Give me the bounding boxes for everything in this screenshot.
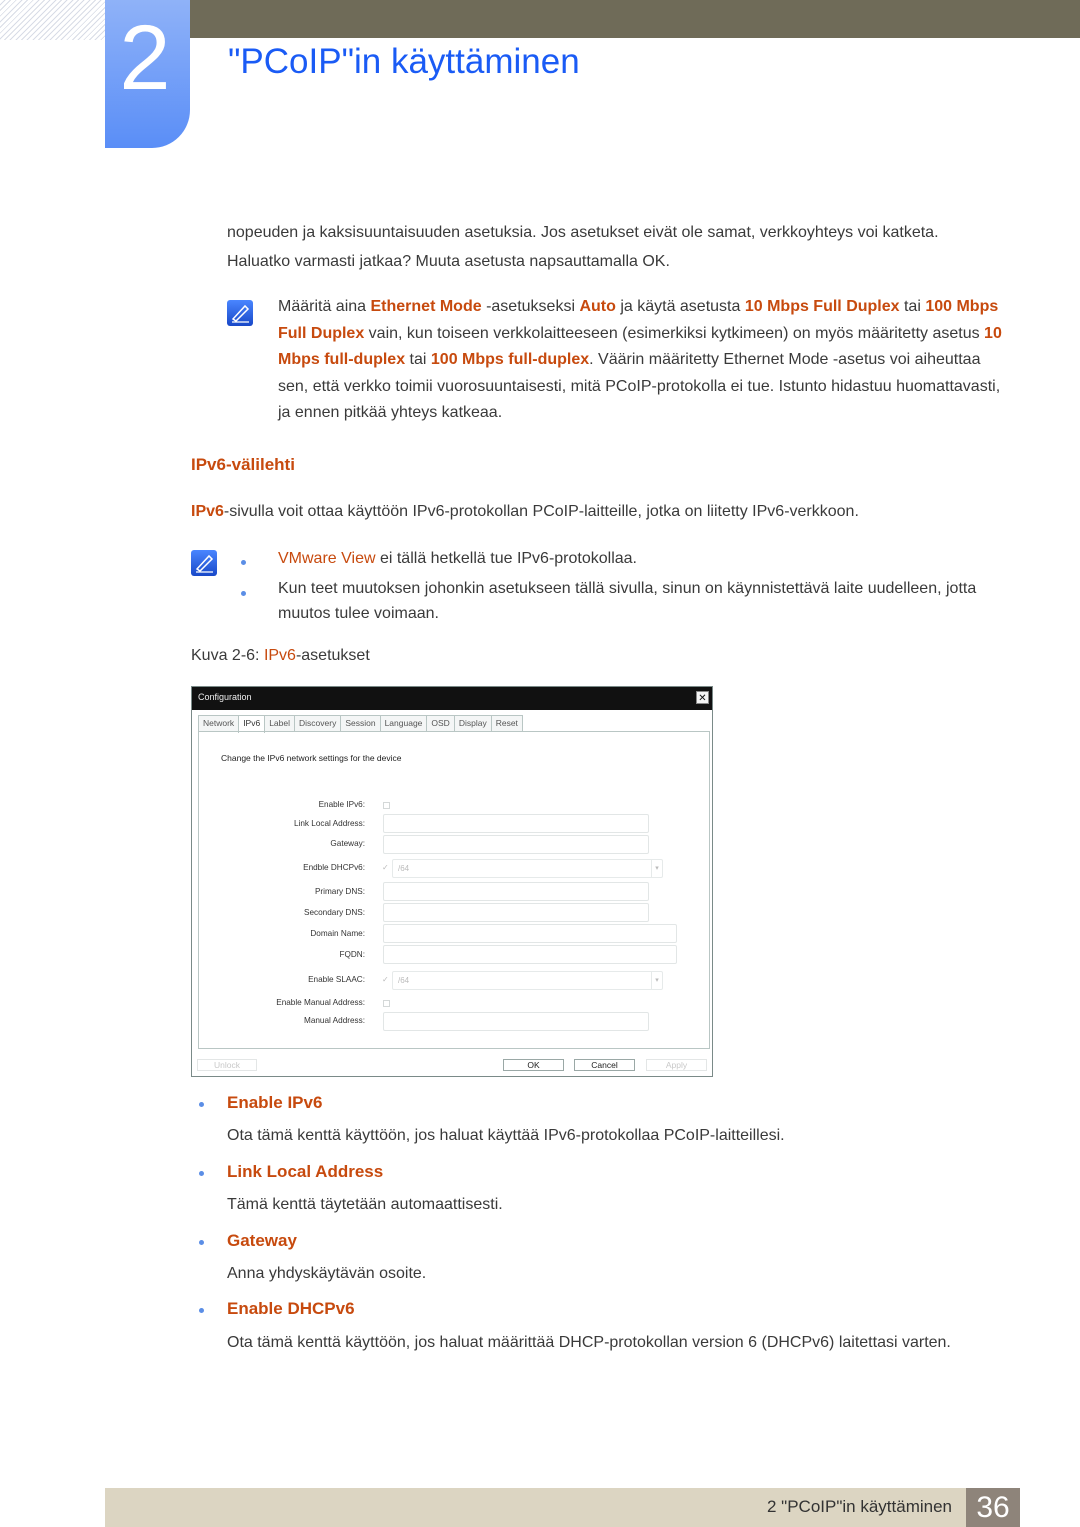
slaac-prefix-select[interactable]: /64 ▾	[392, 971, 663, 990]
cancel-button[interactable]: Cancel	[574, 1059, 635, 1071]
close-icon[interactable]: ✕	[696, 691, 709, 704]
note-text: tai	[899, 298, 926, 315]
item-desc-link-local: Tämä kenttä täytetään automaattisesti.	[227, 1196, 503, 1213]
unlock-button[interactable]: Unlock	[197, 1059, 257, 1071]
enable-manual-checkbox[interactable]	[383, 1000, 390, 1007]
item-title-dhcpv6: Enable DHCPv6	[227, 1299, 355, 1318]
enable-ipv6-label: Enable IPv6:	[318, 800, 365, 809]
tab-session[interactable]: Session	[340, 715, 381, 731]
domain-name-label: Domain Name:	[310, 929, 365, 938]
note-text: -asetukseksi	[481, 298, 580, 315]
intro-line-2: Haluatko varmasti jatkaa? Muuta asetusta…	[227, 253, 670, 270]
chapter-number: 2	[119, 7, 171, 109]
section-intro-highlight: IPv6	[191, 503, 224, 520]
panel-heading: Change the IPv6 network settings for the…	[221, 753, 402, 763]
vmware-text: ei tällä hetkellä tue IPv6-protokollaa.	[375, 550, 637, 567]
tab-language[interactable]: Language	[379, 715, 428, 731]
manual-address-label: Manual Address:	[304, 1016, 365, 1025]
tab-display[interactable]: Display	[453, 715, 492, 731]
note-text: tai	[405, 351, 431, 368]
link-local-label: Link Local Address:	[293, 819, 365, 828]
figure-highlight: IPv6	[263, 647, 296, 664]
figure-prefix: Kuva 2-6:	[191, 647, 264, 664]
note-highlight: Ethernet Mode	[370, 298, 482, 315]
gateway-label: Gateway:	[330, 839, 365, 848]
ok-button[interactable]: OK	[503, 1059, 564, 1071]
item-title-link-local: Link Local Address	[227, 1162, 384, 1181]
chevron-down-icon: ▾	[651, 860, 662, 877]
section-title: IPv6-välilehti	[191, 455, 295, 474]
note-pencil-icon	[227, 300, 253, 326]
enable-manual-label: Enable Manual Address:	[276, 998, 365, 1007]
tab-reset[interactable]: Reset	[490, 715, 523, 731]
note-highlight: 10 Mbps Full Duplex	[744, 298, 900, 315]
footer-chapter-label: 2 "PCoIP"in käyttäminen	[767, 1497, 952, 1516]
figure-suffix: -asetukset	[295, 647, 370, 664]
gateway-input[interactable]	[383, 835, 649, 854]
page-number: 36	[966, 1488, 1020, 1527]
header-hatch-decoration	[0, 0, 105, 40]
intro-paragraph: nopeuden ja kaksisuuntaisuuden asetuksia…	[227, 218, 1017, 276]
dialog-titlebar: Configuration ✕	[192, 687, 712, 710]
dialog-title: Configuration	[198, 692, 252, 702]
dhcpv6-prefix-value: /64	[398, 864, 410, 873]
item-desc-dhcpv6: Ota tämä kenttä käyttöön, jos haluat mää…	[227, 1334, 951, 1351]
tab-label[interactable]: Label	[264, 715, 296, 731]
bullet-icon	[199, 1102, 204, 1107]
note-pencil-icon	[191, 550, 217, 576]
primary-dns-label: Primary DNS:	[314, 887, 365, 896]
vmware-highlight: VMware View	[278, 550, 376, 567]
enable-ipv6-checkbox[interactable]	[383, 802, 390, 809]
bullet-icon	[241, 591, 246, 596]
note-ethernet-mode: Määritä aina Ethernet Mode -asetukseksi …	[278, 294, 1003, 427]
link-local-input[interactable]	[383, 814, 649, 833]
configuration-dialog: Configuration ✕ Network IPv6 Label Discover…	[191, 686, 713, 1077]
header-bar	[190, 0, 1080, 38]
ipv6-panel: Change the IPv6 network settings for the…	[198, 731, 710, 1049]
dialog-tabs: Network IPv6 Label Discovery Session Language…	[198, 715, 523, 733]
tab-discovery[interactable]: Discovery	[294, 715, 342, 731]
intro-line-1: nopeuden ja kaksisuuntaisuuden asetuksia…	[227, 224, 939, 241]
note-text: ja käytä asetusta	[615, 298, 745, 315]
tab-osd[interactable]: OSD	[426, 715, 455, 731]
figure-caption: Kuva 2-6: IPv6-asetukset	[191, 641, 370, 670]
fqdn-label: FQDN:	[339, 950, 365, 959]
slaac-label: Enable SLAAC:	[308, 975, 365, 984]
slaac-prefix-value: /64	[398, 976, 410, 985]
primary-dns-input[interactable]	[383, 882, 649, 901]
slaac-checkbox[interactable]: ✓	[382, 975, 389, 984]
page-footer: 2 "PCoIP"in käyttäminen 36	[105, 1488, 1020, 1527]
secondary-dns-label: Secondary DNS:	[304, 908, 365, 917]
fqdn-input[interactable]	[383, 945, 677, 964]
item-title-enable-ipv6: Enable IPv6	[227, 1093, 323, 1112]
note-text: vain, kun toiseen verkkolaitteeseen (esi…	[364, 324, 985, 342]
chapter-badge: 2	[105, 0, 190, 148]
bullet-icon	[199, 1171, 204, 1176]
bullet-icon	[241, 560, 246, 565]
item-title-gateway: Gateway	[227, 1231, 297, 1250]
section-intro: IPv6-sivulla voit ottaa käyttöön IPv6-pr…	[191, 497, 1011, 526]
page-title: "PCoIP"in käyttäminen	[228, 42, 580, 81]
item-desc-gateway: Anna yhdyskäytävän osoite.	[227, 1265, 427, 1282]
note-highlight: Auto	[579, 298, 616, 315]
dhcpv6-prefix-select[interactable]: /64 ▾	[392, 859, 663, 878]
section-intro-text: -sivulla voit ottaa käyttöön IPv6-protok…	[223, 503, 859, 520]
dhcpv6-label: Endble DHCPv6:	[303, 863, 365, 872]
bullet-icon	[199, 1308, 204, 1313]
bullet-icon	[199, 1240, 204, 1245]
secondary-dns-input[interactable]	[383, 903, 649, 922]
item-desc-enable-ipv6: Ota tämä kenttä käyttöön, jos haluat käy…	[227, 1127, 785, 1144]
dhcpv6-checkbox[interactable]: ✓	[382, 863, 389, 872]
manual-address-input[interactable]	[383, 1012, 649, 1031]
domain-name-input[interactable]	[383, 924, 677, 943]
note-highlight: 100 Mbps full-duplex	[430, 351, 590, 368]
tab-network[interactable]: Network	[198, 715, 240, 731]
apply-button[interactable]: Apply	[646, 1059, 707, 1071]
note-text: Määritä aina	[278, 298, 371, 315]
chevron-down-icon: ▾	[651, 972, 662, 989]
note-bullet-vmware: VMware View ei tällä hetkellä tue IPv6-p…	[278, 544, 1008, 573]
note-bullet-restart: Kun teet muutoksen johonkin asetukseen t…	[278, 580, 977, 622]
